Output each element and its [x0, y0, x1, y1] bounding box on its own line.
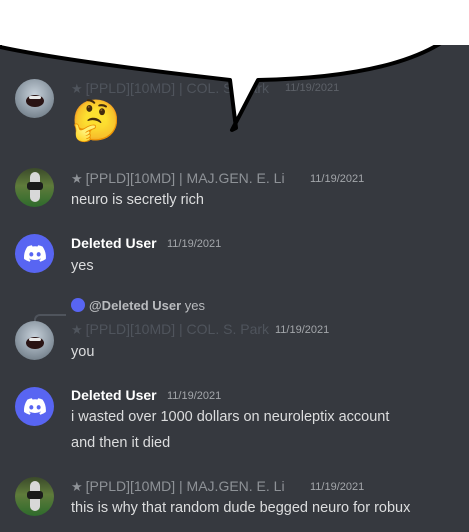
discord-mini-icon — [71, 298, 85, 312]
message-text: this is why that random dude begged neur… — [71, 500, 411, 516]
timestamp: 11/19/2021 — [285, 82, 340, 94]
star-icon: ★ — [71, 479, 83, 494]
author-name[interactable]: Deleted User — [71, 387, 157, 403]
author-name[interactable]: ★ [PPLD][10MD] | MAJ.GEN. E. Li — [71, 170, 285, 187]
timestamp: 11/19/2021 — [167, 390, 222, 402]
message-text: neuro is secretly rich — [71, 192, 204, 208]
timestamp: 11/19/2021 — [310, 481, 365, 493]
discord-logo-icon — [23, 245, 46, 262]
reply-preview[interactable]: @Deleted User yes — [71, 298, 205, 313]
avatar-discord[interactable] — [15, 234, 54, 273]
thinking-emoji: 🤔 — [71, 99, 121, 143]
timestamp: 11/19/2021 — [275, 324, 330, 336]
avatar-soccer[interactable] — [15, 168, 54, 207]
message-text: i wasted over 1000 dollars on neurolepti… — [71, 409, 390, 425]
star-icon: ★ — [71, 81, 83, 96]
timestamp: 11/19/2021 — [310, 173, 365, 185]
message-text: you — [71, 344, 95, 360]
discord-logo-icon — [23, 398, 46, 415]
author-name[interactable]: ★ [PPLD][10MD] | COL. S. Park — [71, 80, 269, 97]
author-name[interactable]: ★ [PPLD][10MD] | COL. S. Park — [71, 321, 269, 338]
avatar-discord[interactable] — [15, 387, 54, 426]
message-text: yes — [71, 258, 94, 274]
author-name[interactable]: Deleted User — [71, 235, 157, 251]
timestamp: 11/19/2021 — [167, 238, 222, 250]
author-name[interactable]: ★ [PPLD][10MD] | MAJ.GEN. E. Li — [71, 478, 285, 495]
star-icon: ★ — [71, 171, 83, 186]
message-text-continued: and then it died — [71, 435, 171, 451]
avatar-shark[interactable] — [15, 321, 54, 360]
avatar-soccer[interactable] — [15, 477, 54, 516]
avatar-shark[interactable] — [15, 79, 54, 118]
star-icon: ★ — [71, 322, 83, 337]
